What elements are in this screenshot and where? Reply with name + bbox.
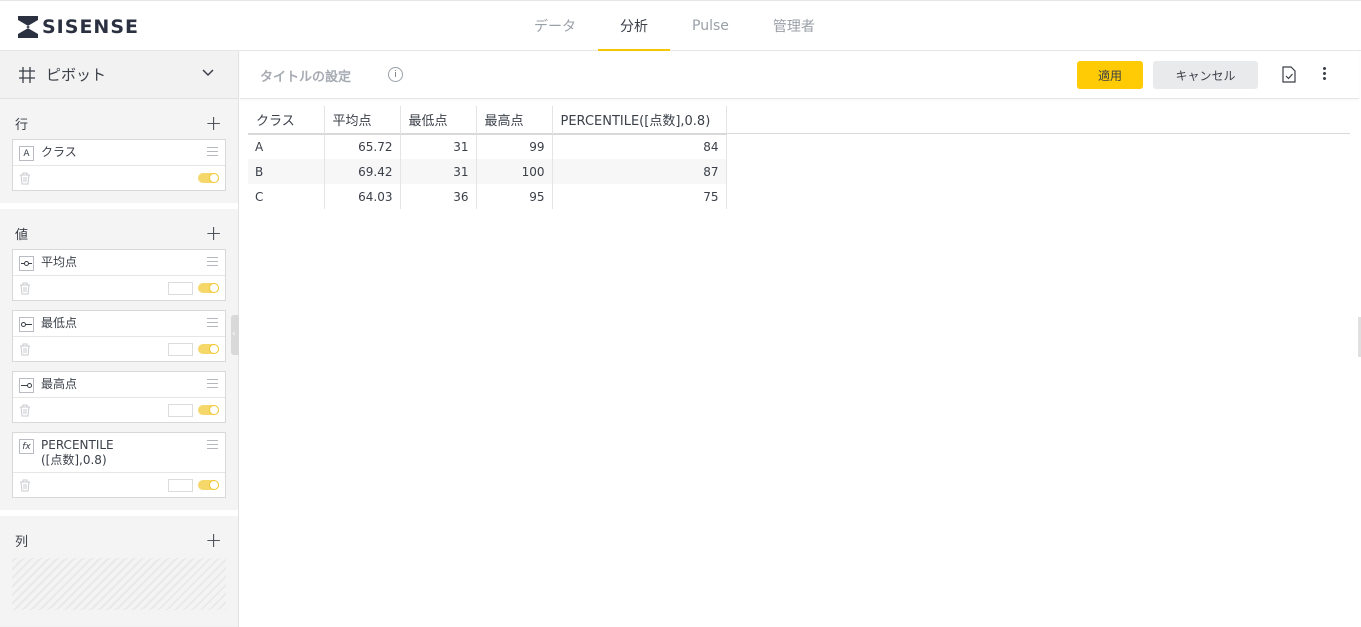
chevron-down-icon[interactable] [202,69,214,77]
sisense-logo-icon [18,16,38,38]
column-header[interactable]: クラス [248,106,325,135]
sisense-logo[interactable]: SISENSE [18,15,139,39]
widget-type-selector[interactable]: ピボット [0,51,238,99]
columns-panel: 列 + [0,516,238,626]
logo-text: SISENSE [42,16,139,38]
table-cell: A [248,134,325,159]
trash-icon[interactable] [19,479,31,492]
value-item-label: 平均点 [41,255,78,269]
formula-icon: fx [19,439,34,454]
max-icon [19,378,34,393]
tab-analytics[interactable]: 分析 [598,1,670,52]
table-cell: 69.42 [324,159,401,184]
format-box[interactable] [168,479,193,492]
info-icon[interactable]: i [388,67,403,82]
drag-handle-icon[interactable] [207,147,218,159]
drag-handle-icon[interactable] [207,257,218,269]
more-options-icon[interactable] [1323,67,1327,82]
value-item-average[interactable]: 平均点 [12,249,226,301]
table-cell: 87 [552,159,727,184]
tab-pulse[interactable]: Pulse [670,1,751,51]
table-cell: 31 [400,159,477,184]
drag-handle-icon[interactable] [207,379,218,391]
format-box[interactable] [168,282,193,295]
widget-designer-panel: ピボット 行 + A クラス 値 + 平均点 最低点 最高点 fx PERCEN… [0,51,239,627]
trash-icon[interactable] [19,282,31,295]
table-cell: 65.72 [324,134,401,159]
table-cell: 75 [552,184,727,209]
rows-title: 行 [15,117,29,133]
format-box[interactable] [168,343,193,356]
column-header[interactable]: PERCENTILE([点数],0.8) [552,106,727,135]
table-cell: 64.03 [324,184,401,209]
apply-button[interactable]: 適用 [1077,61,1143,89]
row-toggle[interactable] [198,173,219,183]
widget-type-label: ピボット [46,66,107,84]
value-toggle[interactable] [198,283,219,293]
document-check-icon[interactable] [1282,66,1296,83]
value-toggle[interactable] [198,405,219,415]
drag-handle-icon[interactable] [207,318,218,330]
row-item-class[interactable]: A クラス [12,139,226,191]
avg-icon [19,256,34,271]
top-bar: SISENSE データ 分析 Pulse 管理者 [0,0,1361,52]
add-value-button[interactable]: + [205,223,222,243]
value-item-label: PERCENTILE([点数],0.8) [41,438,114,467]
tab-data[interactable]: データ [512,1,598,51]
value-toggle[interactable] [198,480,219,490]
cancel-button[interactable]: キャンセル [1153,61,1258,89]
trash-icon[interactable] [19,343,31,356]
rows-panel: 行 + A クラス [0,99,238,209]
widget-toolbar: タイトルの設定 i 適用 キャンセル [240,51,1359,99]
pivot-grid-icon [19,66,35,83]
table-cell: 31 [400,134,477,159]
table-cell: C [248,184,325,209]
widget-title-input[interactable]: タイトルの設定 [260,66,351,85]
format-box[interactable] [168,404,193,417]
column-header[interactable]: 最低点 [400,106,477,135]
tab-label: データ [534,19,576,35]
min-icon [19,317,34,332]
chevron-left-icon: ‹ [232,329,236,339]
column-header[interactable]: 最高点 [476,106,553,135]
row-item-label: クラス [41,145,77,159]
tab-admin[interactable]: 管理者 [751,1,837,51]
value-item-label: 最高点 [41,377,78,391]
pivot-table: クラス 平均点 最低点 最高点 PERCENTILE([点数],0.8) A 6… [248,106,727,209]
add-row-button[interactable]: + [205,113,222,133]
values-panel: 値 + 平均点 最低点 最高点 fx PERCENTILE([点数],0.8) [0,209,238,516]
trash-icon[interactable] [19,404,31,417]
values-title: 値 [15,227,29,243]
value-item-label: 最低点 [41,316,78,330]
main-nav: データ 分析 Pulse 管理者 [512,1,837,52]
tab-label: 分析 [620,19,648,35]
table-row: A 65.72 31 99 84 [248,134,727,159]
table-cell: 100 [476,159,553,184]
column-header[interactable]: 平均点 [324,106,401,135]
tab-label: Pulse [692,18,729,34]
columns-drop-zone[interactable] [12,558,226,610]
value-item-max[interactable]: 最高点 [12,371,226,423]
text-type-icon: A [19,146,34,161]
value-toggle[interactable] [198,344,219,354]
tab-label: 管理者 [772,19,815,35]
table-cell: 84 [552,134,727,159]
table-cell: 99 [476,134,553,159]
table-cell: 36 [400,184,477,209]
value-item-percentile[interactable]: fx PERCENTILE([点数],0.8) [12,432,226,498]
value-item-min[interactable]: 最低点 [12,310,226,362]
table-row: C 64.03 36 95 75 [248,184,727,209]
table-cell: B [248,159,325,184]
table-row: B 69.42 31 100 87 [248,159,727,184]
columns-title: 列 [15,534,29,550]
add-column-button[interactable]: + [205,530,222,550]
table-cell: 95 [476,184,553,209]
trash-icon[interactable] [19,172,31,185]
table-header-row: クラス 平均点 最低点 最高点 PERCENTILE([点数],0.8) [248,106,727,135]
widget-preview-area: タイトルの設定 i 適用 キャンセル クラス 平均点 最低点 最高点 PERCE… [240,51,1359,627]
drag-handle-icon[interactable] [207,440,218,452]
sidebar-collapse-handle[interactable]: ‹ [231,315,239,355]
